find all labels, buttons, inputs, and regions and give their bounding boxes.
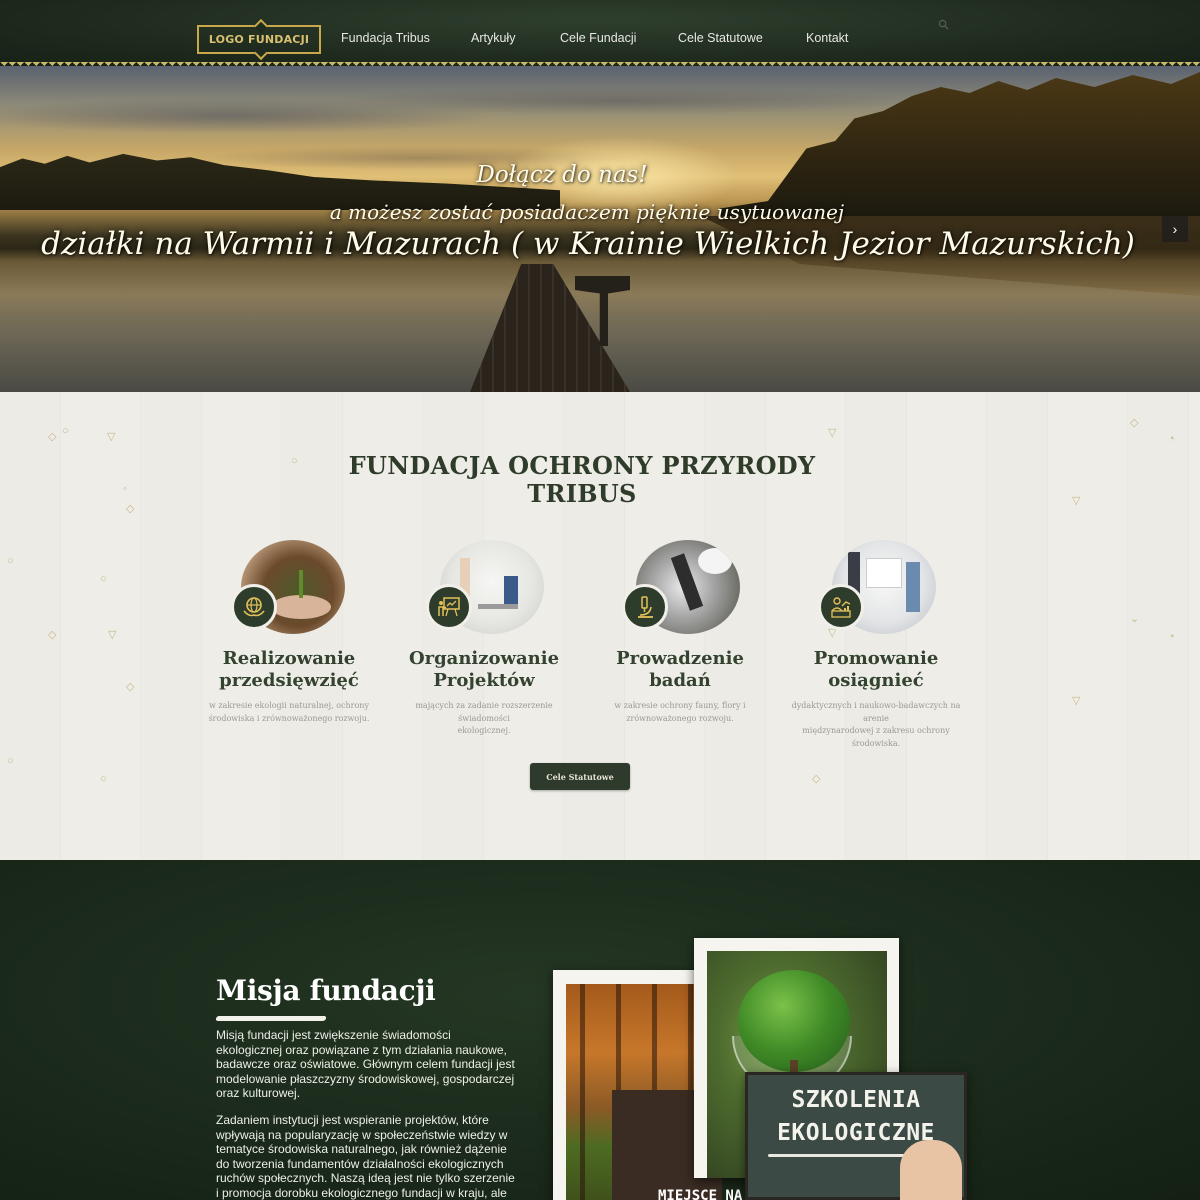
decor-diamond-icon: ◇ <box>1130 417 1139 429</box>
feature-text-2: środowiska i zrównoważonego rozwoju. <box>208 713 370 723</box>
feature-text-2: zrównoważonego rozwoju. <box>626 713 734 723</box>
feature-description: mających za zadanie rozszerzenie świadom… <box>394 700 574 738</box>
feature-title: Realizowanie przedsięwzięć <box>199 648 379 692</box>
feature-title-line-2: osiągnieć <box>828 670 924 691</box>
cele-statutowe-button[interactable]: Cele Statutowe <box>530 763 630 790</box>
presentation-icon <box>426 584 472 630</box>
person-shape <box>504 576 518 606</box>
search-icon[interactable] <box>938 19 949 30</box>
feature-description: w zakresie ochrony fauny, flory i zrównow… <box>590 700 770 725</box>
feature-text-2: ekologicznej. <box>457 726 511 735</box>
decor-circle-icon: ◔ <box>1168 631 1175 643</box>
feature-text-1: dydaktycznych i naukowo-badawczych na ar… <box>791 701 961 723</box>
lab-light-shape <box>698 548 732 574</box>
feature-title-line-1: Prowadzenie <box>616 648 744 669</box>
main-menu: Fundacja Tribus Artykuły Cele Fundacji C… <box>0 31 1200 49</box>
top-navigation: LOGO FUNDACJI Fundacja Tribus Artykuły C… <box>0 0 1200 70</box>
feature-description: dydaktycznych i naukowo-badawczych na ar… <box>786 700 966 750</box>
sign-text: MIEJSCE NA <box>658 1188 743 1200</box>
decor-diamond-icon: ◇ <box>48 629 57 641</box>
person-shape <box>906 562 920 612</box>
feature-title-line-2: Projektów <box>433 670 535 691</box>
foundation-title: FUNDACJA OCHRONY PRZYRODY TRIBUS <box>0 452 1164 508</box>
mission-title: Misja fundacji <box>216 974 436 1007</box>
globe-hands-icon <box>231 584 277 630</box>
feature-title-line-1: Realizowanie <box>222 648 356 669</box>
seedling-shape <box>299 570 303 598</box>
decor-triangle-icon: ▽ <box>108 629 117 641</box>
title-underline <box>215 1016 327 1021</box>
decor-triangle-icon: ▽ <box>828 627 837 639</box>
feature-title-line-1: Promowanie <box>813 648 939 669</box>
feature-description: w zakresie ekologii naturalnej, ochrony ś… <box>199 700 379 725</box>
decor-circle-icon: ○ <box>100 773 107 785</box>
hero-line-3: działki na Warmii i Mazurach ( w Krainie… <box>41 226 1135 262</box>
feature-title: Organizowanie Projektów <box>394 648 574 692</box>
menu-item-fundacja-tribus[interactable]: Fundacja Tribus <box>341 31 430 45</box>
mission-section: Misja fundacji Misją fundacji jest zwięk… <box>0 860 1200 1200</box>
hero-line-1: Dołącz do nas! <box>476 162 648 188</box>
hands-shape <box>271 595 331 619</box>
chevron-right-icon[interactable]: › <box>1162 216 1188 242</box>
feature-text-1: mających za zadanie rozszerzenie świadom… <box>415 701 553 723</box>
microscope-icon <box>622 584 668 630</box>
mission-paragraph-2: Zadaniem instytucji jest wspieranie proj… <box>216 1113 515 1200</box>
feature-text-1: w zakresie ochrony fauny, flory i <box>614 701 746 710</box>
growth-chart-icon <box>818 584 864 630</box>
decor-triangle-icon: ▽ <box>828 427 837 439</box>
decor-diamond-icon: ◇ <box>812 773 821 785</box>
menu-item-cele-statutowe[interactable]: Cele Statutowe <box>678 31 763 45</box>
decor-diamond-icon: ◇ <box>126 681 135 693</box>
decor-triangle-icon: ▽ <box>107 431 116 443</box>
chalkboard-line-1: SZKOLENIA <box>791 1087 921 1113</box>
menu-item-artykuly[interactable]: Artykuły <box>471 31 515 45</box>
feature-text-2: międzynarodowej z zakresu ochrony <box>802 726 950 735</box>
decor-circle-icon: ○ <box>7 555 14 567</box>
hand-with-chalk <box>900 1140 962 1200</box>
table-shape <box>478 604 518 609</box>
decor-circle-icon: ○ <box>62 425 69 437</box>
decor-chevron-icon: ⌄ <box>1130 613 1140 625</box>
decor-diamond-icon: ◇ <box>48 431 57 443</box>
decor-circle-icon: ○ <box>100 573 107 585</box>
feature-text-3: środowiska. <box>851 738 901 748</box>
decor-circle-icon: ◔ <box>1168 433 1175 445</box>
mission-paragraph-1: Misją fundacji jest zwiększenie świadomo… <box>216 1028 515 1101</box>
feature-title: Promowanie osiągnieć <box>786 648 966 692</box>
foundation-title-line-1: FUNDACJA OCHRONY PRZYRODY <box>348 451 816 480</box>
feature-text-1: w zakresie ekologii naturalnej, ochrony <box>209 701 369 710</box>
hero-line-2: a możesz zostać posiadaczem pięknie usyt… <box>329 200 845 224</box>
foundation-intro: ◇ ○ ▽ ○ ◦ ◇ ○ ○ ◇ ▽ ◇ ○ ○ ▽ ◇ ◔ ▽ ⌄ ◔ ▽ … <box>0 392 1200 860</box>
menu-item-cele-fundacji[interactable]: Cele Fundacji <box>560 31 636 45</box>
decor-circle-icon: ○ <box>7 755 14 767</box>
feature-title-line-2: przedsięwzięć <box>219 670 359 691</box>
flipchart-shape <box>866 558 902 588</box>
menu-item-kontakt[interactable]: Kontakt <box>806 31 848 45</box>
foundation-title-line-2: TRIBUS <box>527 479 637 508</box>
decor-triangle-icon: ▽ <box>1072 695 1081 707</box>
page: LOGO FUNDACJI Fundacja Tribus Artykuły C… <box>0 0 1200 1200</box>
feature-title-line-2: badań <box>649 670 711 691</box>
feature-title-line-1: Organizowanie <box>408 648 560 669</box>
feature-title: Prowadzenie badań <box>590 648 770 692</box>
tree-crown <box>738 970 850 1072</box>
hero-slider: Dołącz do nas! a możesz zostać posiadacz… <box>0 66 1200 392</box>
